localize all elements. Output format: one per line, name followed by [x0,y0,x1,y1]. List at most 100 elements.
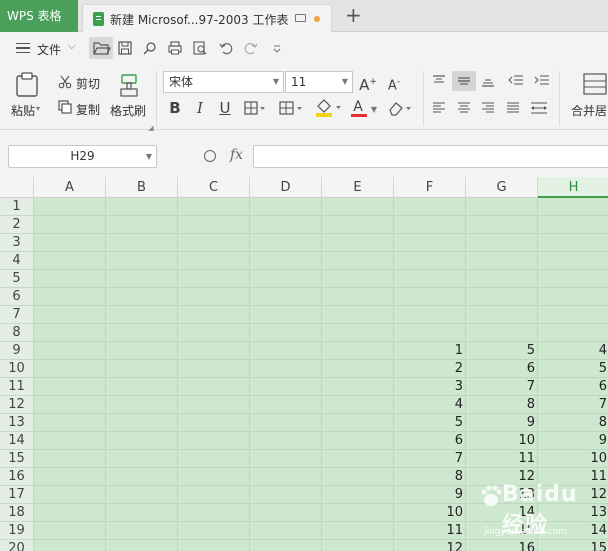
dialog-launcher-icon[interactable]: ◢ [147,120,155,136]
font-name-select[interactable]: 宋体 ▼ [163,71,284,93]
cell-value[interactable]: 8 [538,414,608,432]
clear-format-icon[interactable] [386,100,416,118]
monitor-icon[interactable] [295,14,306,22]
row-header[interactable]: 18 [0,504,34,522]
cell-value[interactable]: 5 [466,342,538,360]
font-size-select[interactable]: 11 ▼ [285,71,353,93]
align-bottom-icon[interactable] [481,74,495,88]
bold-button[interactable]: B [168,100,182,116]
row-header[interactable]: 6 [0,288,34,306]
cell-value[interactable]: 7 [394,450,466,468]
cell-value[interactable]: 4 [538,342,608,360]
justify-icon[interactable] [506,101,520,115]
tab-document[interactable]: 新建 Microsof...97-2003 工作表 [82,4,332,32]
font-color-button[interactable]: A ▼ [350,98,380,118]
cell-value[interactable]: 6 [394,432,466,450]
row-header[interactable]: 19 [0,522,34,540]
row-header[interactable]: 3 [0,234,34,252]
paste-dropdown-icon[interactable]: ▾ [36,104,40,113]
save-icon[interactable] [118,41,132,55]
paste-icon[interactable] [15,72,39,98]
row-header[interactable]: 4 [0,252,34,270]
cell-value[interactable]: 6 [466,360,538,378]
row-header[interactable]: 7 [0,306,34,324]
formula-input[interactable] [253,145,608,168]
align-right-icon[interactable] [481,101,495,115]
print-preview-icon[interactable] [193,41,207,55]
cell-value[interactable]: 10 [466,432,538,450]
cell-value[interactable]: 12 [394,540,466,551]
column-header[interactable]: A [34,177,106,198]
fill-pattern-icon[interactable] [279,100,305,116]
cell-value[interactable]: 2 [394,360,466,378]
cell-value[interactable]: 8 [466,396,538,414]
new-tab-button[interactable]: + [345,5,362,25]
insert-function-icon[interactable]: fx [230,147,243,163]
name-box[interactable]: H29 ▼ [8,145,157,168]
borders-icon[interactable] [244,101,268,115]
cell-value[interactable]: 11 [394,522,466,540]
align-middle-button[interactable] [452,71,476,91]
underline-button[interactable]: U [218,100,232,116]
row-header[interactable]: 20 [0,540,34,551]
cell-value[interactable]: 4 [394,396,466,414]
merge-center-button[interactable]: 合并居 [571,102,607,119]
cell-value[interactable]: 5 [538,360,608,378]
open-file-button[interactable] [89,37,113,59]
tab-wps-app[interactable]: WPS 表格 [0,0,78,32]
cell-value[interactable]: 7 [466,378,538,396]
chevron-down-icon[interactable]: ⌵ [68,41,76,52]
cell-value[interactable]: 8 [394,468,466,486]
decrease-indent-icon[interactable] [508,74,524,88]
column-header-active[interactable]: H [538,177,608,198]
cell-value[interactable]: 9 [466,414,538,432]
row-header[interactable]: 15 [0,450,34,468]
row-header[interactable]: 11 [0,378,34,396]
cell-value[interactable]: 9 [538,432,608,450]
cell-value[interactable]: 9 [394,486,466,504]
cell-value[interactable]: 1 [394,342,466,360]
align-left-icon[interactable] [432,101,446,115]
print-icon[interactable] [168,41,182,55]
cell-value[interactable]: 10 [394,504,466,522]
increase-indent-icon[interactable] [534,74,550,88]
cell-value[interactable]: 11 [466,450,538,468]
cell-value[interactable]: 7 [538,396,608,414]
column-header[interactable]: G [466,177,538,198]
select-all-corner[interactable] [0,177,34,198]
row-header[interactable]: 12 [0,396,34,414]
search-icon[interactable] [143,41,157,55]
row-header[interactable]: 1 [0,198,34,216]
distributed-align-icon[interactable] [530,101,548,115]
copy-button[interactable]: 复制 [76,101,100,118]
row-header[interactable]: 10 [0,360,34,378]
hamburger-menu-icon[interactable] [16,43,30,53]
cell-value[interactable]: 10 [538,450,608,468]
format-painter-button[interactable]: 格式刷 [110,102,146,119]
cell-value[interactable]: 6 [538,378,608,396]
column-header[interactable]: F [394,177,466,198]
row-header[interactable]: 14 [0,432,34,450]
customize-toolbar-icon[interactable] [270,41,284,55]
undo-icon[interactable] [219,41,233,55]
row-header[interactable]: 9 [0,342,34,360]
file-menu-button[interactable]: 文件 [37,41,61,58]
zoom-icon[interactable] [204,150,216,162]
scissors-icon[interactable] [58,75,72,89]
increase-font-size-icon[interactable]: A+ [359,74,377,93]
align-top-icon[interactable] [432,74,446,88]
copy-icon[interactable] [58,100,72,114]
row-header[interactable]: 8 [0,324,34,342]
italic-button[interactable]: I [193,100,207,116]
column-header[interactable]: B [106,177,178,198]
merge-center-icon[interactable] [583,73,607,95]
row-header[interactable]: 17 [0,486,34,504]
row-header[interactable]: 13 [0,414,34,432]
redo-icon[interactable] [244,41,258,55]
paste-button[interactable]: 粘贴 [11,102,35,119]
align-center-icon[interactable] [457,101,471,115]
row-header[interactable]: 5 [0,270,34,288]
cut-button[interactable]: 剪切 [76,75,100,92]
cell-value[interactable]: 5 [394,414,466,432]
cell-value[interactable]: 3 [394,378,466,396]
